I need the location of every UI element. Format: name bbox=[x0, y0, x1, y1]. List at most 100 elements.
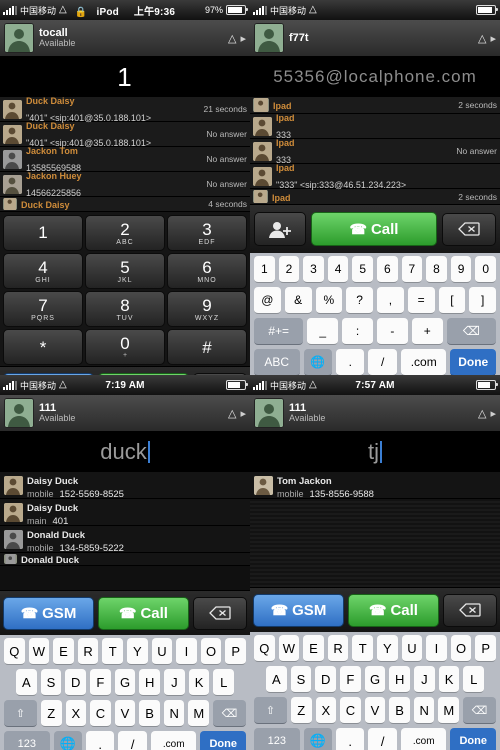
key-4[interactable]: 4 bbox=[327, 256, 349, 283]
dialpad-key-star[interactable]: * bbox=[3, 329, 83, 365]
key-3[interactable]: 3 bbox=[303, 256, 324, 283]
key-d[interactable]: D bbox=[315, 666, 336, 693]
dialpad-key-hash[interactable]: # bbox=[167, 329, 247, 365]
key-period[interactable]: . bbox=[336, 728, 365, 750]
key-t[interactable]: T bbox=[352, 635, 373, 662]
globe-icon[interactable]: 🌐 bbox=[303, 349, 332, 375]
key-e[interactable]: E bbox=[53, 638, 74, 665]
key-slash[interactable]: / bbox=[118, 731, 147, 750]
key-y[interactable]: Y bbox=[127, 638, 148, 665]
key-period[interactable]: . bbox=[86, 731, 115, 750]
chevron-right-icon[interactable]: ▸ bbox=[240, 32, 246, 45]
key-percent[interactable]: % bbox=[315, 287, 343, 314]
delete-button[interactable] bbox=[442, 212, 496, 246]
dialpad-key-8[interactable]: 8 TUV bbox=[85, 291, 165, 327]
chevron-right-icon[interactable]: ▸ bbox=[240, 407, 246, 420]
search-input-bottom-right[interactable]: tj bbox=[250, 432, 500, 472]
globe-icon[interactable]: 🌐 bbox=[303, 728, 332, 750]
key-u[interactable]: U bbox=[401, 635, 423, 662]
dialpad-key-2[interactable]: 2 ABC bbox=[85, 215, 165, 251]
list-item[interactable]: Tom Jackon mobile 135-8556-9588 bbox=[250, 472, 500, 500]
dialed-number-display-top-left[interactable]: 1 bbox=[0, 57, 250, 97]
key-9[interactable]: 9 bbox=[450, 256, 472, 283]
key-c[interactable]: C bbox=[90, 700, 111, 727]
key-a[interactable]: A bbox=[15, 669, 37, 696]
key-f[interactable]: F bbox=[340, 666, 361, 693]
list-item[interactable]: Donald Duck bbox=[0, 553, 250, 566]
key-c[interactable]: C bbox=[340, 697, 361, 724]
globe-icon[interactable]: 🌐 bbox=[53, 731, 82, 750]
key-p[interactable]: P bbox=[475, 635, 496, 662]
list-item[interactable]: Donald Duck mobile 134-5859-5222 bbox=[0, 526, 250, 554]
add-contact-button[interactable] bbox=[254, 212, 306, 246]
chevron-right-icon[interactable]: ▸ bbox=[490, 407, 496, 420]
key-w[interactable]: W bbox=[278, 635, 300, 662]
list-item[interactable]: Ipad 2 seconds bbox=[250, 189, 500, 205]
key-f[interactable]: F bbox=[90, 669, 111, 696]
key-s[interactable]: S bbox=[290, 666, 312, 693]
key-dotcom[interactable]: .com bbox=[400, 728, 447, 750]
done-button[interactable]: Done bbox=[200, 731, 246, 750]
key-k[interactable]: K bbox=[188, 669, 210, 696]
key-d[interactable]: D bbox=[65, 669, 86, 696]
key-m[interactable]: M bbox=[188, 700, 210, 727]
key-0[interactable]: 0 bbox=[475, 256, 496, 283]
key-dotcom[interactable]: .com bbox=[400, 349, 447, 375]
key-7[interactable]: 7 bbox=[401, 256, 423, 283]
key-z[interactable]: Z bbox=[290, 697, 312, 724]
backspace-icon[interactable]: ⌫ bbox=[446, 318, 496, 345]
key-q[interactable]: Q bbox=[254, 635, 275, 662]
key-dotcom[interactable]: .com bbox=[150, 731, 197, 750]
dialpad-key-0[interactable]: 0 + bbox=[85, 329, 165, 365]
dialpad-key-6[interactable]: 6 MNO bbox=[167, 253, 247, 289]
delete-button[interactable] bbox=[443, 593, 497, 627]
key-bracket-open[interactable]: [ bbox=[438, 287, 466, 314]
key-period[interactable]: . bbox=[336, 349, 365, 375]
account-bar-top-left[interactable]: tocall Available △ ▸ bbox=[0, 20, 250, 57]
search-input-bottom-left[interactable]: duck bbox=[0, 432, 250, 472]
key-l[interactable]: L bbox=[463, 666, 485, 693]
key-minus[interactable]: - bbox=[377, 318, 408, 345]
key-l[interactable]: L bbox=[213, 669, 235, 696]
key-6[interactable]: 6 bbox=[377, 256, 398, 283]
gsm-call-button[interactable]: ☎ GSM bbox=[253, 593, 344, 627]
key-n[interactable]: N bbox=[413, 697, 435, 724]
key-numbers-toggle[interactable]: 123 bbox=[4, 731, 50, 750]
chevron-right-icon[interactable]: ▸ bbox=[490, 32, 496, 45]
key-at[interactable]: @ bbox=[254, 287, 281, 314]
key-r[interactable]: R bbox=[327, 635, 349, 662]
key-x[interactable]: X bbox=[315, 697, 337, 724]
sip-address-display-top-right[interactable]: 55356@localphone.com bbox=[250, 57, 500, 97]
key-o[interactable]: O bbox=[450, 635, 472, 662]
call-button[interactable]: ☎ Call bbox=[311, 212, 437, 246]
list-item[interactable]: Ipad "333" <sip:333@46.51.234.223> bbox=[250, 163, 500, 190]
key-b[interactable]: B bbox=[139, 700, 160, 727]
dialpad-key-7[interactable]: 7 PQRS bbox=[3, 291, 83, 327]
key-h[interactable]: H bbox=[139, 669, 161, 696]
key-j[interactable]: J bbox=[414, 666, 435, 693]
key-j[interactable]: J bbox=[164, 669, 185, 696]
key-a[interactable]: A bbox=[265, 666, 287, 693]
key-slash[interactable]: / bbox=[368, 728, 397, 750]
account-bar-top-right[interactable]: f77t △ ▸ bbox=[250, 20, 500, 57]
key-5[interactable]: 5 bbox=[352, 256, 373, 283]
key-w[interactable]: W bbox=[28, 638, 50, 665]
gsm-call-button[interactable]: ☎ GSM bbox=[3, 596, 94, 630]
key-s[interactable]: S bbox=[40, 669, 62, 696]
key-colon[interactable]: : bbox=[342, 318, 373, 345]
key-comma[interactable]: , bbox=[377, 287, 404, 314]
key-z[interactable]: Z bbox=[40, 700, 62, 727]
key-bracket-close[interactable]: ] bbox=[469, 287, 496, 314]
key-symbols-toggle[interactable]: #+= bbox=[254, 318, 304, 345]
key-b[interactable]: B bbox=[389, 697, 410, 724]
key-t[interactable]: T bbox=[102, 638, 123, 665]
dialpad-key-4[interactable]: 4 GHI bbox=[3, 253, 83, 289]
key-ampersand[interactable]: & bbox=[284, 287, 312, 314]
key-numbers-toggle[interactable]: 123 bbox=[254, 728, 300, 750]
key-g[interactable]: G bbox=[364, 666, 386, 693]
dialpad-key-5[interactable]: 5 JKL bbox=[85, 253, 165, 289]
key-e[interactable]: E bbox=[303, 635, 324, 662]
key-i[interactable]: I bbox=[426, 635, 447, 662]
shift-icon[interactable]: ⇧ bbox=[3, 700, 37, 727]
key-y[interactable]: Y bbox=[377, 635, 398, 662]
